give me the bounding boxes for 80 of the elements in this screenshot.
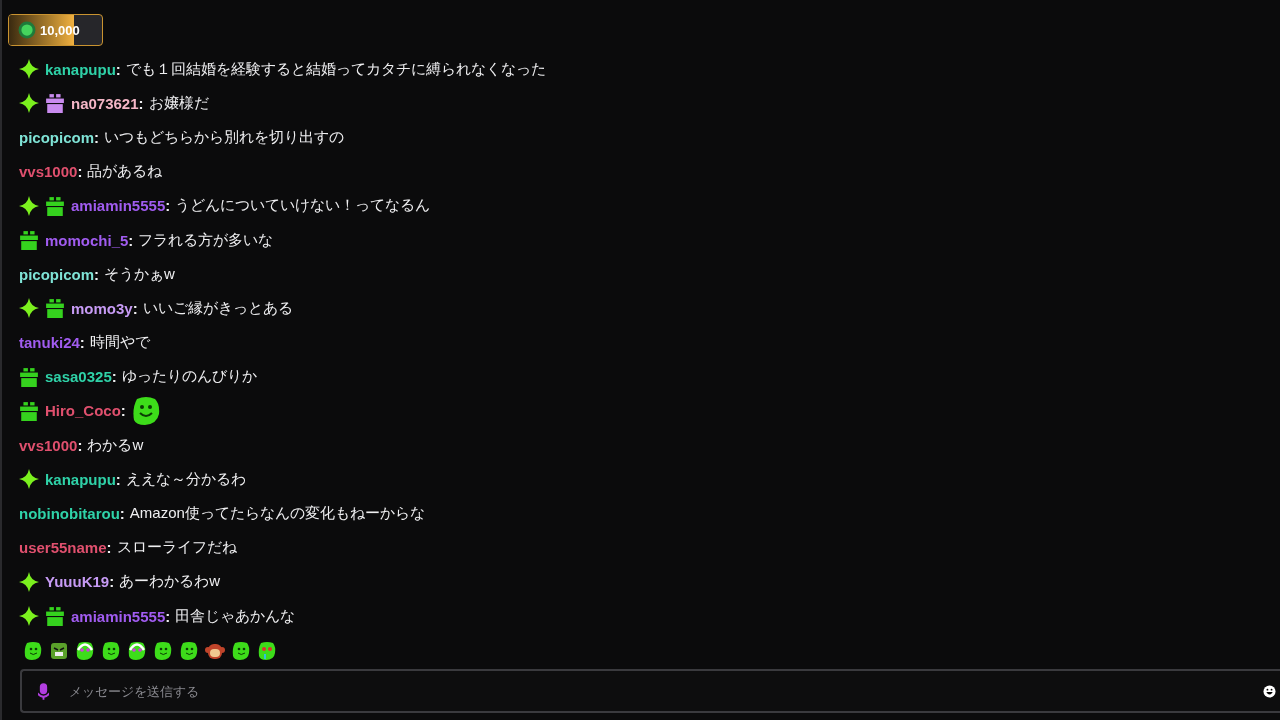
colon-separator: : [119, 505, 125, 523]
username[interactable]: momo3y [71, 299, 133, 317]
message-text: いいご縁がきっとある [142, 298, 293, 318]
username[interactable]: vvs1000 [19, 436, 78, 454]
colon-separator: : [94, 128, 99, 146]
sparkle-badge-icon [19, 59, 39, 80]
username[interactable]: kanapupu [45, 60, 116, 78]
username[interactable]: amiamin5555 [71, 607, 166, 625]
gift-badge-icon [45, 298, 65, 319]
microphone-icon[interactable] [38, 682, 49, 700]
colon-separator: : [115, 60, 121, 78]
colon-separator: : [79, 334, 85, 352]
username[interactable]: nobinobitarou [19, 505, 120, 523]
username[interactable]: kanapupu [45, 470, 116, 488]
message-text: 時間やで [89, 333, 150, 353]
message-text: お嬢様だ [148, 93, 209, 113]
colon-separator: : [115, 470, 121, 488]
username[interactable]: vvs1000 [19, 163, 78, 181]
gift-badge-icon [19, 400, 39, 421]
angry-face-emote-icon[interactable] [49, 641, 69, 662]
message-text: 品があるね [87, 162, 163, 182]
sparkle-badge-icon [19, 606, 39, 627]
message-text: そうかぁw [104, 264, 175, 284]
username[interactable]: na073621 [71, 94, 139, 112]
gift-badge-icon [45, 606, 65, 627]
gift-badge-icon [45, 195, 65, 216]
message-text: 田舎じゃあかんな [175, 606, 296, 626]
blob-emote-icon[interactable] [179, 641, 199, 662]
username[interactable]: Hiro_Coco [45, 402, 121, 420]
monkey-emote-icon[interactable] [205, 641, 225, 662]
colon-separator: : [77, 163, 83, 181]
colon-separator: : [165, 607, 171, 625]
username[interactable]: user55name [19, 539, 107, 557]
message-text: ええな～分かるわ [125, 469, 246, 489]
gift-badge-icon [19, 366, 39, 387]
message-field[interactable]: メッセージを送信する [67, 682, 1263, 700]
headphones-emote-icon[interactable] [127, 641, 147, 662]
username[interactable]: picopicom [19, 265, 94, 283]
sparkle-badge-icon [19, 195, 39, 216]
message-input[interactable]: メッセージを送信する [20, 669, 1280, 714]
message-text: いつもどちらから別れを切り出すの [104, 127, 344, 147]
message-text: でも１回結婚を経験すると結婚ってカタチに縛られなくなった [125, 59, 546, 79]
colon-separator: : [128, 231, 134, 249]
colon-separator: : [106, 539, 112, 557]
gift-badge-icon [19, 230, 39, 251]
sparkle-badge-icon [19, 571, 39, 592]
message-text: Amazon使ってたらなんの変化もねーからな [129, 504, 425, 524]
colon-separator: : [94, 265, 99, 283]
colon-separator: : [132, 299, 138, 317]
colon-separator: : [77, 436, 83, 454]
username[interactable]: YuuuK19 [45, 573, 110, 591]
message-text: ゆったりのんびりか [121, 367, 257, 387]
smiling-blob-emote-icon [130, 395, 161, 426]
username[interactable]: tanuki24 [19, 334, 80, 352]
message-text: うどんについていけない！ってなるん [175, 196, 431, 216]
colon-separator: : [111, 368, 117, 386]
message-text: あーわかるわw [119, 572, 221, 592]
username[interactable]: picopicom [19, 128, 94, 146]
message-text: フラれる方が多いな [138, 230, 274, 250]
crying-blob-emote-icon[interactable] [257, 641, 277, 662]
gift-badge-icon [45, 93, 65, 114]
username[interactable]: amiamin5555 [71, 197, 166, 215]
username[interactable]: momochi_5 [45, 231, 129, 249]
colon-separator: : [109, 573, 115, 591]
colon-separator: : [120, 402, 126, 420]
message-text: わかるw [87, 435, 144, 455]
username[interactable]: sasa0325 [45, 368, 112, 386]
sparkle-badge-icon [19, 93, 39, 114]
sparkle-badge-icon [19, 469, 39, 490]
blob-emote-icon[interactable] [153, 641, 173, 662]
coin-icon [18, 21, 36, 39]
emoji-icon[interactable] [1263, 684, 1276, 698]
colon-separator: : [165, 197, 171, 215]
sparkle-badge-icon [19, 298, 39, 319]
message-text: スローライフだね [116, 538, 237, 558]
headphones-emote-icon[interactable] [75, 641, 95, 662]
blob-emote-icon[interactable] [101, 641, 121, 662]
blob-emote-icon[interactable] [231, 641, 251, 662]
blob-emote-icon[interactable] [23, 641, 43, 662]
colon-separator: : [138, 94, 144, 112]
